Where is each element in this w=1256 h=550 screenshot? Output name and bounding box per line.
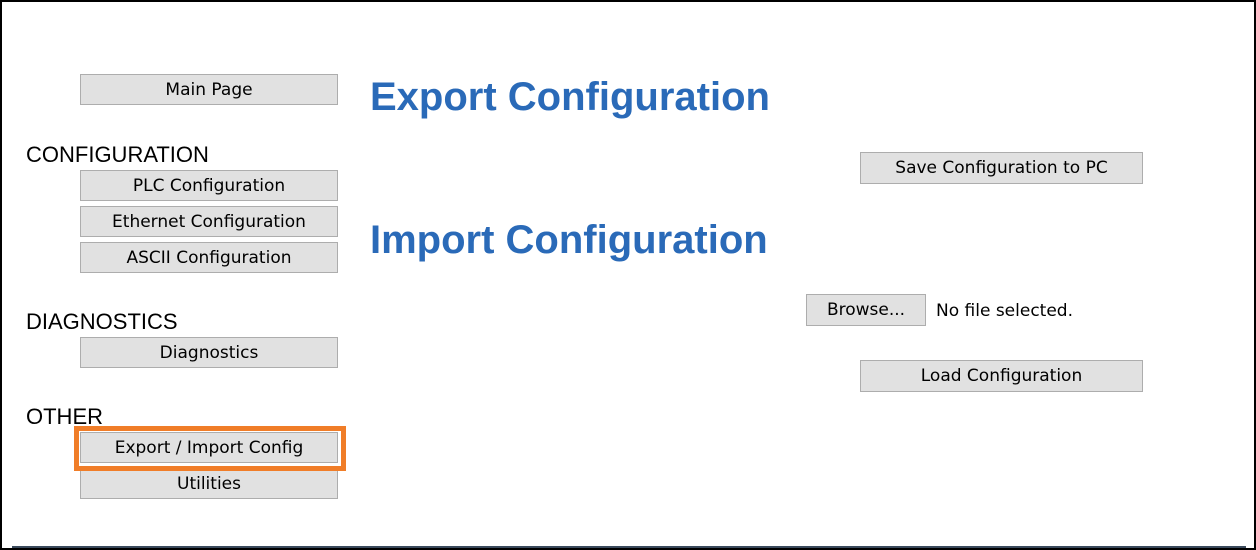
export-import-config-button[interactable]: Export / Import Config (80, 432, 338, 463)
load-configuration-button[interactable]: Load Configuration (860, 360, 1143, 392)
page-frame: Main Page CONFIGURATION PLC Configuratio… (0, 0, 1256, 550)
main-page-button[interactable]: Main Page (80, 74, 338, 105)
frame-bottom-edge (12, 546, 1246, 548)
utilities-button[interactable]: Utilities (80, 468, 338, 499)
configuration-section-label: CONFIGURATION (26, 142, 209, 167)
diagnostics-section-label: DIAGNOSTICS (26, 309, 178, 334)
ethernet-configuration-button[interactable]: Ethernet Configuration (80, 206, 338, 237)
ascii-configuration-button[interactable]: ASCII Configuration (80, 242, 338, 273)
browse-button[interactable]: Browse... (806, 294, 926, 326)
other-section-label: OTHER (26, 404, 103, 429)
plc-configuration-button[interactable]: PLC Configuration (80, 170, 338, 201)
save-configuration-button[interactable]: Save Configuration to PC (860, 152, 1143, 184)
import-configuration-heading: Import Configuration (370, 218, 768, 262)
export-configuration-heading: Export Configuration (370, 75, 770, 119)
file-status-text: No file selected. (936, 301, 1073, 321)
diagnostics-button[interactable]: Diagnostics (80, 337, 338, 368)
